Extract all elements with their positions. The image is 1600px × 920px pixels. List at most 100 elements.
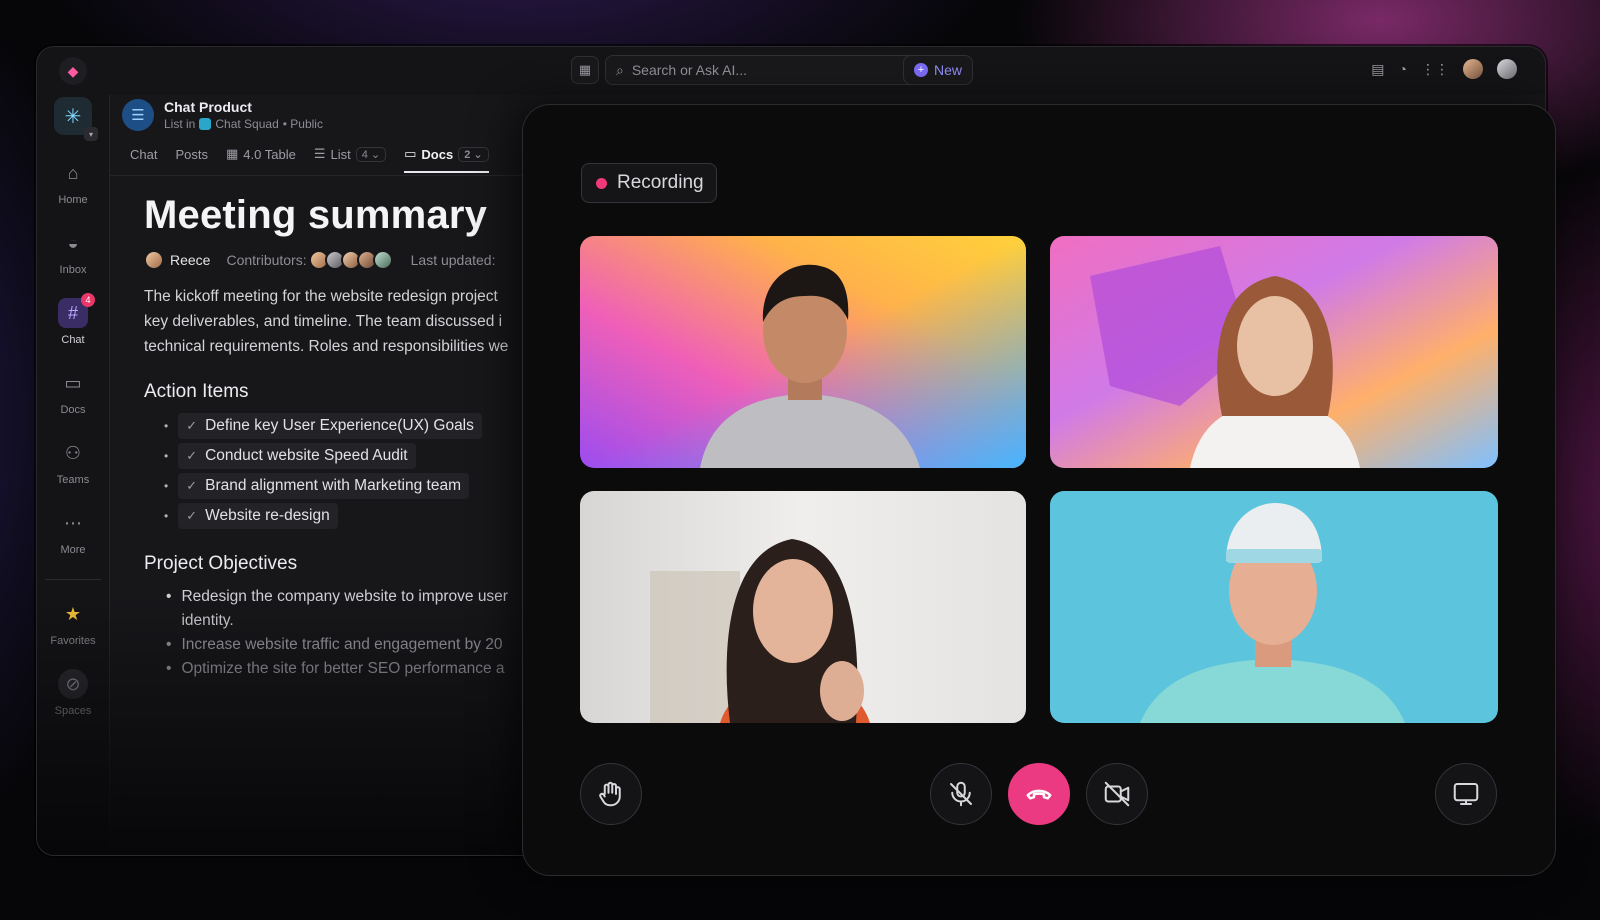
doc-paragraph: The kickoff meeting for the website rede… — [144, 288, 509, 355]
list-item: • ✓ Define key User Experience(UX) Goals — [164, 411, 544, 441]
recording-dot-icon — [596, 177, 607, 189]
view-tabs: Chat Posts ▦ 4.0 Table ☰ List 4 ⌄ ▭ Docs… — [130, 139, 489, 173]
hang-up-icon — [1026, 789, 1052, 800]
raise-hand-icon — [599, 781, 621, 807]
recording-indicator: Recording — [581, 163, 717, 203]
star-icon: ★ — [64, 603, 82, 624]
document: Meeting summary Reece Contributors: Last… — [144, 193, 544, 681]
camera-off-icon — [1104, 781, 1130, 807]
screen-share-icon — [1453, 783, 1479, 805]
list-icon: ☰ — [122, 99, 154, 131]
plus-icon: + — [914, 63, 928, 77]
doc-icon: ▭ — [404, 146, 417, 161]
breadcrumb-space[interactable]: Chat Squad — [215, 117, 278, 131]
sidebar-item-chat[interactable]: # 4 Chat — [37, 287, 109, 357]
tab-list[interactable]: ☰ List 4 ⌄ — [313, 139, 387, 169]
sidebar-divider — [45, 579, 101, 580]
sidebar-item-favorites[interactable]: ★ Favorites — [37, 588, 109, 658]
hang-up-button[interactable] — [1008, 763, 1070, 825]
check-icon: ✓ — [186, 478, 198, 493]
sidebar-item-teams[interactable]: ⚇ Teams — [37, 427, 109, 497]
doc-icon: ▭ — [64, 372, 82, 393]
search-icon: ⌕ — [616, 61, 624, 78]
contributors-avatars[interactable] — [308, 250, 393, 270]
objectives-heading: Project Objectives — [144, 553, 298, 574]
workspace-logo-icon: ✳ — [64, 105, 82, 128]
notification-badge: 4 — [81, 293, 95, 307]
action-item-chip[interactable]: ✓ Define key User Experience(UX) Goals — [178, 413, 482, 439]
action-items-list: • ✓ Define key User Experience(UX) Goals •… — [164, 411, 544, 531]
user-menu-avatar[interactable] — [1497, 59, 1517, 79]
tab-count: 2 ⌄ — [458, 146, 489, 162]
mute-button[interactable] — [930, 763, 992, 825]
timer-icon[interactable]: ◔ — [1399, 61, 1407, 77]
avatar — [144, 250, 164, 270]
space-color-icon — [199, 118, 212, 130]
avatar[interactable] — [1463, 59, 1483, 79]
list-item: •identity. — [181, 612, 234, 629]
tab-count: 4 ⌄ — [355, 146, 387, 162]
home-icon: ⌂ — [67, 162, 79, 183]
author-name[interactable]: Reece — [170, 252, 210, 268]
check-icon: ✓ — [186, 508, 198, 523]
mic-off-icon — [950, 781, 972, 807]
list-header: ☰ Chat Product List in Chat Squad • Publ… — [122, 99, 323, 131]
search-input[interactable]: ⌕ Search or Ask AI... ✦ — [605, 55, 931, 85]
objectives-list: • Redesign the company website to improve… — [166, 585, 544, 681]
participant-video-tile[interactable] — [1050, 491, 1498, 723]
participant-video-tile[interactable] — [580, 491, 1026, 723]
clipboard-icon[interactable]: ▤ — [1371, 61, 1384, 78]
sidebar-item-spaces[interactable]: ⊘ Spaces — [37, 658, 109, 728]
list-item: • ✓ Conduct website Speed Audit — [164, 441, 544, 471]
tab-docs[interactable]: ▭ Docs 2 ⌄ — [404, 139, 489, 173]
action-items-heading: Action Items — [144, 381, 249, 402]
doc-meta: Reece Contributors: Last updated: — [144, 250, 544, 270]
doc-title[interactable]: Meeting summary — [144, 193, 544, 238]
action-item-chip[interactable]: ✓ Conduct website Speed Audit — [178, 443, 416, 469]
participant-video — [1050, 491, 1498, 723]
list-item: • Redesign the company website to improve… — [166, 588, 508, 605]
top-bar: ◆ ▦ ⌕ Search or Ask AI... ✦ + New ▤ ◔ ⋮⋮ — [37, 47, 1545, 95]
workspace-switcher[interactable]: ✳ ▾ — [54, 97, 98, 141]
chevron-down-icon: ▾ — [84, 127, 98, 141]
tab-posts[interactable]: Posts — [175, 139, 208, 169]
table-icon: ▦ — [225, 146, 239, 161]
check-icon: ✓ — [186, 418, 198, 433]
participant-video — [580, 491, 1026, 723]
sidebar-item-docs[interactable]: ▭ Docs — [37, 357, 109, 427]
participant-video-tile[interactable] — [580, 236, 1026, 468]
breadcrumb: List in Chat Squad • Public — [164, 117, 323, 131]
inbox-icon: ◒ — [67, 232, 79, 253]
camera-toggle-button[interactable] — [1086, 763, 1148, 825]
video-call-window: Recording — [522, 104, 1556, 876]
participant-video — [1050, 236, 1498, 468]
calendar-icon[interactable]: ▦ — [571, 56, 599, 84]
more-icon: ⋯ — [64, 512, 82, 533]
action-item-chip[interactable]: ✓ Brand alignment with Marketing team — [178, 473, 469, 499]
apps-grid-icon[interactable]: ⋮⋮ — [1421, 61, 1449, 78]
sidebar-item-home[interactable]: ⌂ Home — [37, 147, 109, 217]
screen-share-button[interactable] — [1435, 763, 1497, 825]
check-icon: ✓ — [186, 448, 198, 463]
top-right-tools: ▤ ◔ ⋮⋮ — [1371, 59, 1517, 79]
list-title[interactable]: Chat Product — [164, 99, 323, 115]
tab-chat[interactable]: Chat — [130, 139, 157, 169]
action-item-chip[interactable]: ✓ Website re-design — [178, 503, 338, 529]
people-icon: ⚇ — [64, 442, 82, 463]
participant-video — [580, 236, 1026, 468]
new-button[interactable]: + New — [903, 55, 974, 85]
list-item: • Optimize the site for better SEO perfor… — [166, 660, 505, 677]
tab-table[interactable]: ▦ 4.0 Table — [226, 139, 296, 169]
list-item: • ✓ Brand alignment with Marketing team — [164, 471, 544, 501]
participant-video-tile[interactable] — [1050, 236, 1498, 468]
compass-icon: ⊘ — [58, 669, 88, 699]
app-logo-icon[interactable]: ◆ — [59, 57, 87, 85]
list-item: • Increase website traffic and engagement… — [166, 636, 503, 653]
avatar — [372, 250, 393, 270]
list-view-icon: ☰ — [313, 146, 326, 161]
raise-hand-button[interactable] — [580, 763, 642, 825]
sidebar-item-more[interactable]: ⋯ More — [37, 497, 109, 567]
sidebar: ✳ ▾ ⌂ Home ◒ Inbox # 4 Chat ▭ Docs ⚇ Tea… — [37, 95, 109, 855]
sidebar-item-inbox[interactable]: ◒ Inbox — [37, 217, 109, 287]
list-item: • ✓ Website re-design — [164, 501, 544, 531]
